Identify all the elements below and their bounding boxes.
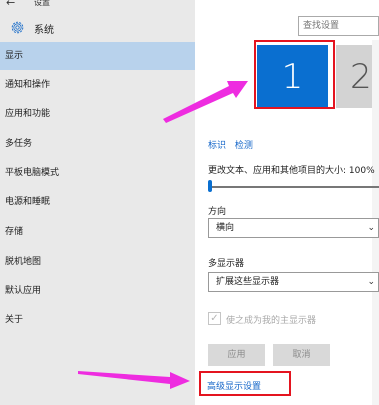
sidebar-item-apps-features[interactable]: 应用和功能 <box>0 100 195 128</box>
scale-slider-thumb[interactable] <box>208 180 212 192</box>
advanced-display-settings-link[interactable]: 高级显示设置 <box>207 379 261 392</box>
gear-icon <box>11 21 24 34</box>
sidebar-item-notifications[interactable]: 通知和操作 <box>0 71 195 99</box>
sidebar: ← 设置 系统 显示 通知和操作 应用和功能 多任务 平板电脑模式 电源和睡眠 … <box>0 0 195 405</box>
search-box[interactable] <box>298 16 379 36</box>
sidebar-item-storage[interactable]: 存储 <box>0 218 195 246</box>
sidebar-item-display[interactable]: 显示 <box>0 42 195 70</box>
sidebar-item-power-sleep[interactable]: 电源和睡眠 <box>0 188 195 216</box>
window-title: 设置 <box>34 0 50 7</box>
monitor-1-highlight <box>254 40 335 109</box>
sidebar-item-about[interactable]: 关于 <box>0 306 195 334</box>
sidebar-item-multitasking[interactable]: 多任务 <box>0 130 195 158</box>
multi-display-label: 多显示器 <box>208 259 245 269</box>
chevron-down-icon: ⌄ <box>367 223 375 233</box>
scale-slider-track[interactable] <box>210 186 379 188</box>
scale-label: 更改文本、应用和其他项目的大小: 100% <box>208 166 375 176</box>
chevron-down-icon: ⌄ <box>367 277 375 287</box>
orientation-value: 横向 <box>216 223 235 233</box>
search-input[interactable] <box>303 17 379 34</box>
main-display-checkbox[interactable]: ✓ <box>208 312 221 325</box>
identify-link[interactable]: 标识 <box>208 141 226 151</box>
title-bar: ← 设置 <box>0 0 379 12</box>
multi-display-dropdown[interactable]: 扩展这些显示器 ⌄ <box>208 272 379 292</box>
multi-display-value: 扩展这些显示器 <box>216 277 280 287</box>
apply-button[interactable]: 应用 <box>208 344 265 366</box>
main-display-checkbox-label: 使之成为我的主显示器 <box>226 316 317 326</box>
system-label: 系统 <box>34 25 54 36</box>
sidebar-item-offline-maps[interactable]: 脱机地图 <box>0 248 195 276</box>
cancel-button[interactable]: 取消 <box>273 344 330 366</box>
orientation-dropdown[interactable]: 横向 ⌄ <box>208 218 379 238</box>
identify-detect-links: 标识 检测 <box>208 138 259 151</box>
orientation-label: 方向 <box>208 207 227 217</box>
sidebar-item-tablet-mode[interactable]: 平板电脑模式 <box>0 159 195 187</box>
sidebar-item-default-apps[interactable]: 默认应用 <box>0 277 195 305</box>
system-header: 系统 <box>0 16 195 38</box>
detect-link[interactable]: 检测 <box>235 141 253 151</box>
back-arrow-icon[interactable]: ← <box>6 0 15 9</box>
